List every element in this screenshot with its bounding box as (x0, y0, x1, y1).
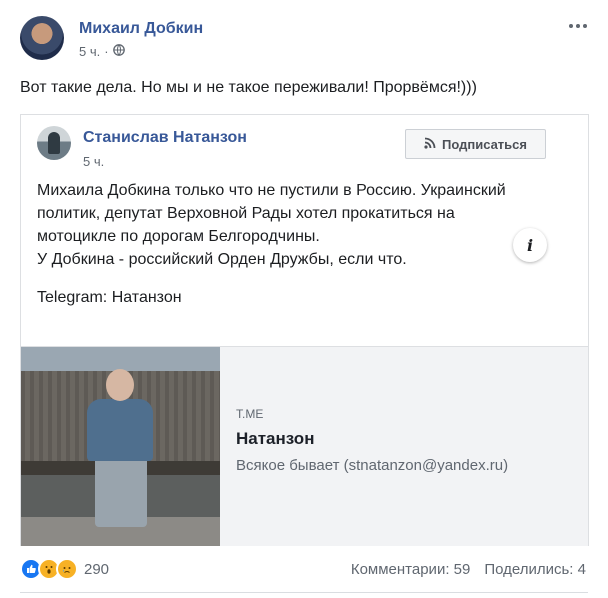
link-title[interactable]: Натанзон (236, 429, 314, 449)
shared-author-name[interactable]: Станислав Натанзон (83, 129, 247, 147)
comments-count[interactable]: Комментарии: 59 (351, 561, 471, 578)
shared-text-line: У Добкина - российский Орден Дружбы, есл… (37, 251, 407, 268)
post-time[interactable]: 5 ч. (79, 44, 100, 59)
shared-post: Станислав Натанзон 5 ч. Подписаться Миха… (20, 114, 589, 546)
subscribe-button[interactable]: Подписаться (405, 129, 546, 159)
shared-text-line: мотоцикле по дорогам Белгородчины. (37, 228, 320, 245)
shared-post-text: Михаила Добкина только что не пустили в … (37, 179, 577, 271)
meta-separator: · (104, 44, 109, 59)
link-domain: T.ME (236, 407, 264, 421)
shared-text-line: политик, депутат Верховной Рады хотел пр… (37, 205, 455, 222)
shared-text-line: Михаила Добкина только что не пустили в … (37, 182, 506, 199)
link-preview[interactable]: T.ME Натанзон Всякое бывает (stnatanzon@… (21, 346, 588, 546)
more-options-icon[interactable] (563, 14, 593, 38)
link-description: Всякое бывает (stnatanzon@yandex.ru) (236, 457, 509, 474)
shared-post-time[interactable]: 5 ч. (83, 154, 104, 169)
author-name[interactable]: Михаил Добкин (79, 20, 203, 38)
post-meta: 5 ч. · (79, 44, 125, 59)
reactions-summary[interactable]: 290 (20, 558, 109, 580)
post-text: Вот такие дела. Но мы и не такое пережив… (20, 79, 477, 96)
link-thumbnail[interactable] (21, 347, 220, 546)
sad-icon[interactable] (56, 558, 78, 580)
subscribe-label: Подписаться (441, 136, 527, 152)
post-stats: Комментарии: 59 Поделились: 4 (351, 561, 586, 578)
author-avatar[interactable] (20, 16, 64, 60)
facebook-post: Михаил Добкин 5 ч. · Вот такие дела. Но … (0, 0, 608, 598)
rss-icon (424, 137, 436, 152)
telegram-line: Telegram: Натанзон (37, 289, 182, 306)
info-icon[interactable]: i (513, 228, 547, 262)
reaction-count[interactable]: 290 (84, 561, 109, 578)
globe-icon[interactable] (112, 44, 125, 59)
shares-count[interactable]: Поделились: 4 (484, 561, 586, 578)
footer-divider (20, 592, 588, 593)
link-info[interactable]: T.ME Натанзон Всякое бывает (stnatanzon@… (220, 347, 588, 546)
shared-author-avatar[interactable] (37, 126, 71, 160)
